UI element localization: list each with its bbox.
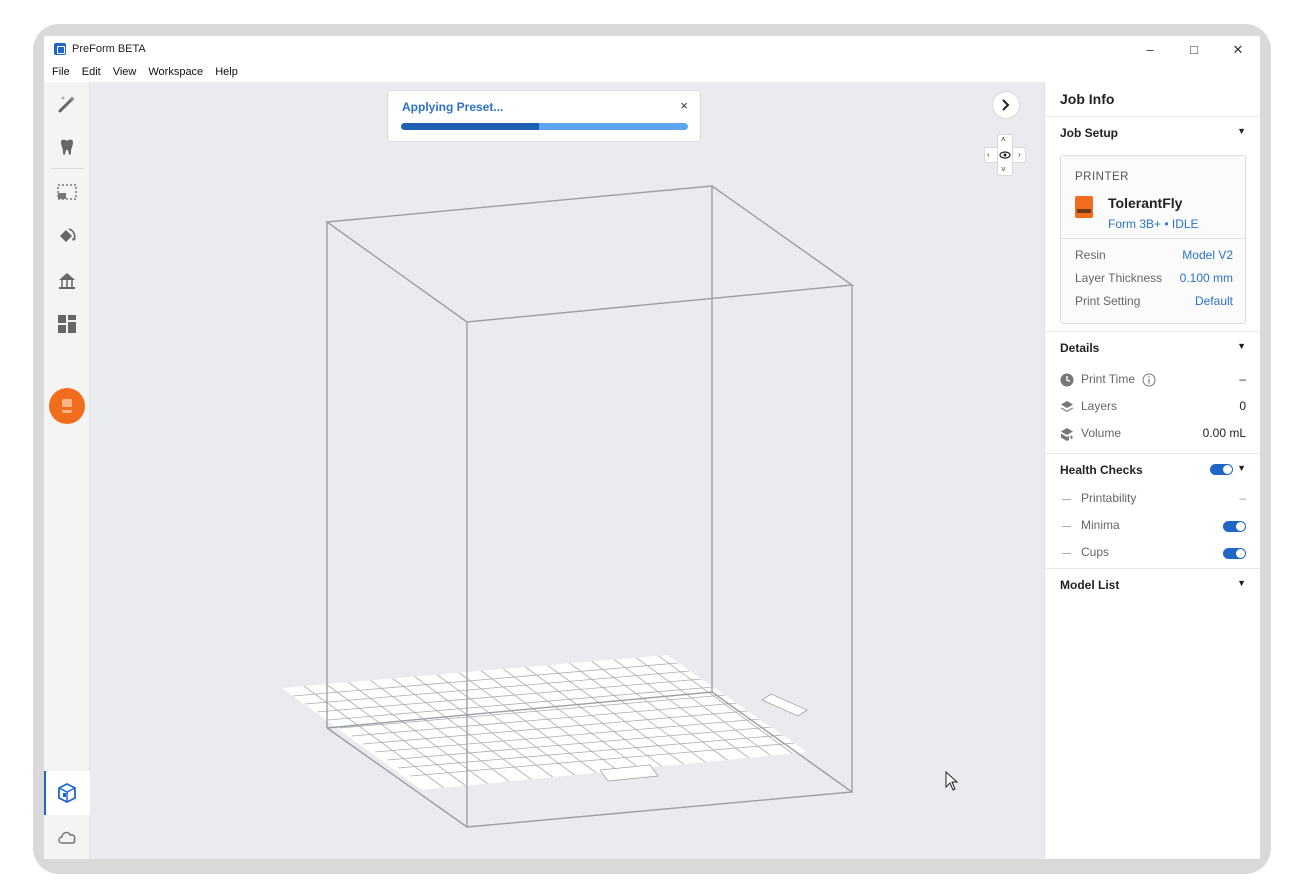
dash-icon bbox=[1062, 499, 1071, 500]
layers-label: Layers bbox=[1081, 399, 1118, 413]
cloud-icon[interactable] bbox=[52, 822, 82, 852]
printability-label: Printability bbox=[1081, 491, 1137, 505]
supports-icon[interactable] bbox=[52, 265, 82, 295]
model-list-header[interactable]: Model List ▼ bbox=[1045, 568, 1260, 598]
volume-value: 0.00 mL bbox=[1202, 426, 1246, 440]
dash-icon bbox=[1062, 526, 1071, 527]
caret-down-icon: ▼ bbox=[1237, 126, 1246, 136]
layer-thickness-value[interactable]: 0.100 mm bbox=[1180, 271, 1233, 285]
cups-row: Cups bbox=[1060, 544, 1246, 562]
cups-toggle[interactable] bbox=[1223, 548, 1246, 559]
layers-row: Layers 0 bbox=[1060, 398, 1246, 416]
orient-icon[interactable] bbox=[52, 221, 82, 251]
printer-label: PRINTER bbox=[1075, 171, 1129, 183]
print-setting-value[interactable]: Default bbox=[1195, 294, 1233, 308]
print-setting-row[interactable]: Print Setting Default bbox=[1075, 294, 1233, 308]
panel-title: Job Info bbox=[1060, 91, 1115, 107]
pan-right-icon[interactable]: › bbox=[1018, 150, 1021, 160]
window-title: PreForm BETA bbox=[72, 43, 146, 55]
menu-file[interactable]: File bbox=[48, 64, 74, 82]
pan-up-icon[interactable]: ˄ bbox=[1001, 135, 1006, 145]
menu-edit[interactable]: Edit bbox=[78, 64, 105, 82]
volume-icon bbox=[1061, 428, 1073, 441]
build-volume bbox=[282, 185, 854, 828]
details-header[interactable]: Details ▼ bbox=[1045, 331, 1260, 361]
print-setting-label: Print Setting bbox=[1075, 294, 1141, 308]
print-time-value: – bbox=[1239, 372, 1246, 386]
health-checks-label: Health Checks bbox=[1060, 463, 1143, 477]
minima-toggle[interactable] bbox=[1223, 521, 1246, 532]
minima-label: Minima bbox=[1081, 518, 1120, 532]
printer-model-status: Form 3B+ • IDLE bbox=[1108, 217, 1199, 231]
layout-icon[interactable] bbox=[52, 309, 82, 339]
print-icon[interactable] bbox=[49, 388, 85, 424]
title-bar: PreForm BETA – □ ✕ bbox=[44, 36, 1260, 64]
print-time-label: Print Time bbox=[1081, 372, 1136, 386]
magic-wand-icon[interactable] bbox=[52, 89, 82, 119]
details-label: Details bbox=[1060, 341, 1100, 355]
menu-view[interactable]: View bbox=[109, 64, 141, 82]
resin-value[interactable]: Model V2 bbox=[1182, 248, 1233, 262]
preset-progress-fill bbox=[401, 123, 539, 130]
volume-row: Volume 0.00 mL bbox=[1060, 425, 1246, 443]
camera-navigation-pad[interactable]: ˄ ˅ ‹ › bbox=[984, 134, 1026, 176]
health-checks-toggle[interactable] bbox=[1210, 464, 1233, 475]
pan-down-icon[interactable]: ˅ bbox=[1001, 165, 1006, 175]
caret-down-icon: ▼ bbox=[1237, 463, 1246, 473]
mouse-cursor-icon bbox=[945, 771, 959, 791]
close-button[interactable]: ✕ bbox=[1216, 38, 1260, 62]
layers-value: 0 bbox=[1239, 399, 1246, 413]
layers-icon bbox=[1061, 401, 1073, 412]
menu-bar: File Edit View Workspace Help bbox=[44, 64, 242, 82]
menu-help[interactable]: Help bbox=[211, 64, 242, 82]
printer-card[interactable]: PRINTER TolerantFly Form 3B+ • IDLE Resi… bbox=[1060, 155, 1246, 324]
card-divider bbox=[1061, 238, 1245, 239]
left-toolbar bbox=[44, 82, 90, 859]
applying-preset-toast: Applying Preset... × bbox=[387, 90, 701, 142]
local-printer-icon[interactable] bbox=[52, 778, 82, 808]
menu-workspace[interactable]: Workspace bbox=[144, 64, 207, 82]
layer-thickness-row[interactable]: Layer Thickness 0.100 mm bbox=[1075, 271, 1233, 285]
build-plate bbox=[282, 655, 807, 790]
info-icon[interactable] bbox=[1142, 373, 1156, 387]
preset-progress-bar bbox=[401, 123, 688, 130]
printer-name: TolerantFly bbox=[1108, 195, 1183, 211]
resin-row[interactable]: Resin Model V2 bbox=[1075, 248, 1233, 262]
pan-left-icon[interactable]: ‹ bbox=[987, 150, 990, 160]
toast-title: Applying Preset... bbox=[402, 100, 504, 114]
3d-viewport[interactable]: Applying Preset... × ˄ ˅ ‹ › + – bbox=[90, 82, 1058, 859]
caret-down-icon: ▼ bbox=[1237, 341, 1246, 351]
dash-icon bbox=[1062, 553, 1071, 554]
tooth-icon[interactable] bbox=[52, 133, 82, 163]
printability-value: – bbox=[1239, 491, 1246, 505]
plate-tab-right bbox=[761, 693, 808, 717]
minima-row: Minima bbox=[1060, 517, 1246, 535]
job-setup-label: Job Setup bbox=[1060, 126, 1119, 140]
app-window: PreForm BETA – □ ✕ File Edit View Worksp… bbox=[44, 36, 1260, 859]
expand-panel-button[interactable] bbox=[992, 91, 1020, 119]
printability-row: Printability – bbox=[1060, 490, 1246, 508]
eye-icon[interactable] bbox=[999, 151, 1011, 159]
print-time-row: Print Time – bbox=[1060, 371, 1246, 389]
printer-icon bbox=[1075, 196, 1093, 218]
volume-label: Volume bbox=[1081, 426, 1122, 440]
preform-logo-icon bbox=[54, 43, 66, 55]
job-setup-header[interactable]: Job Setup ▼ bbox=[1045, 116, 1260, 146]
health-checks-header[interactable]: Health Checks ▼ bbox=[1045, 453, 1260, 483]
selection-icon[interactable] bbox=[52, 177, 82, 207]
minimize-button[interactable]: – bbox=[1128, 38, 1172, 62]
model-list-label: Model List bbox=[1060, 578, 1120, 592]
clock-icon bbox=[1060, 373, 1074, 387]
chevron-right-icon bbox=[1002, 99, 1010, 111]
layer-thickness-label: Layer Thickness bbox=[1075, 271, 1163, 285]
cups-label: Cups bbox=[1081, 545, 1110, 559]
job-info-panel: Job Info Job Setup ▼ PRINTER TolerantFly… bbox=[1044, 82, 1260, 859]
caret-down-icon: ▼ bbox=[1237, 578, 1246, 588]
toolbar-divider bbox=[50, 168, 84, 169]
maximize-button[interactable]: □ bbox=[1172, 38, 1216, 62]
resin-label: Resin bbox=[1075, 248, 1106, 262]
toast-close-button[interactable]: × bbox=[680, 98, 688, 113]
